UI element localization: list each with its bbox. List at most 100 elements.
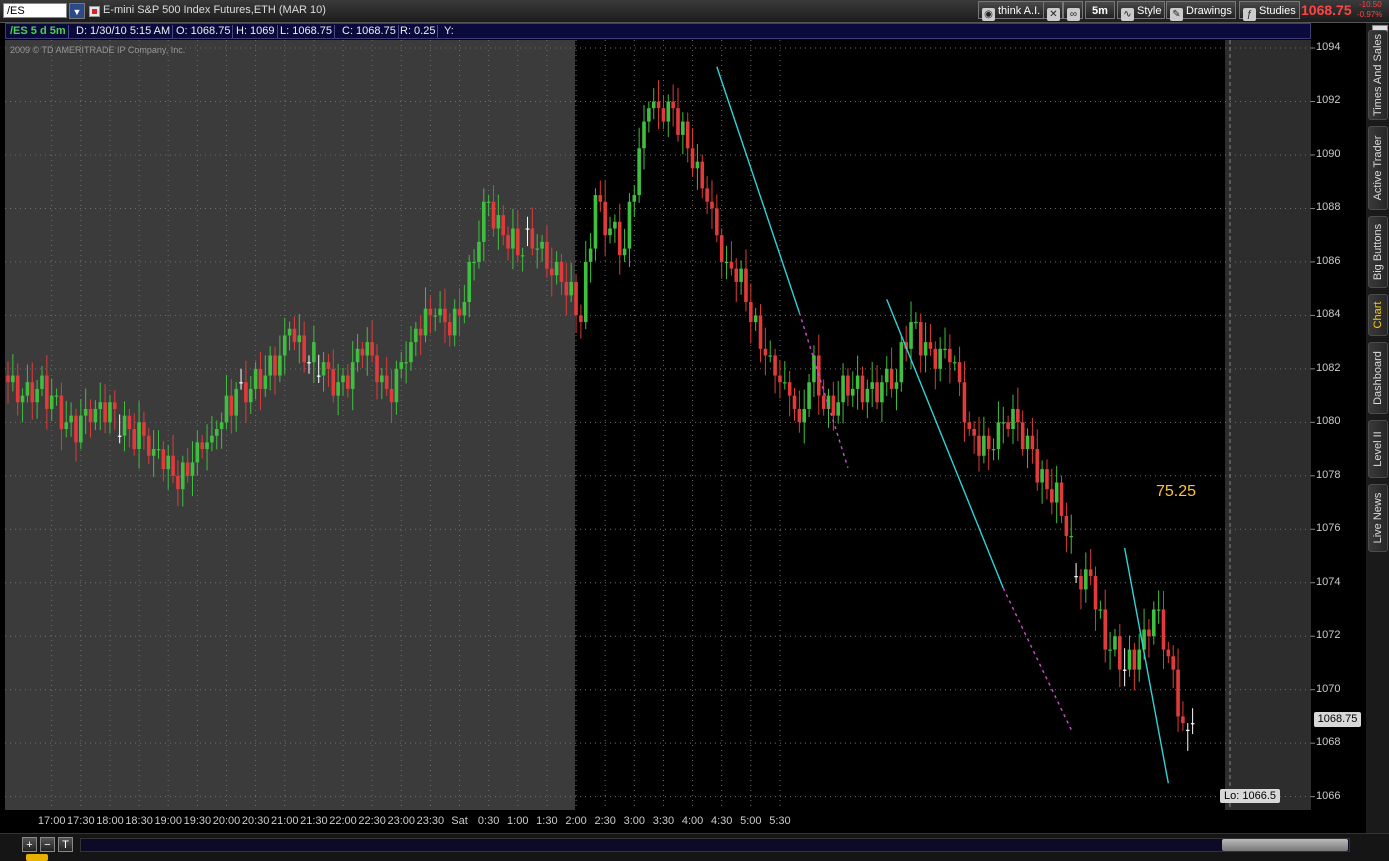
candle-body (651, 101, 656, 109)
candle-body (15, 375, 20, 403)
bottom-toolbar: + − T (0, 833, 1389, 861)
candle-body (1040, 469, 1044, 483)
candle-body (899, 342, 904, 383)
candle-body (637, 148, 641, 196)
toolbar: /ES ▼ E-mini S&P 500 Index Futures,ETH (… (0, 0, 1389, 23)
text-tool-button[interactable]: T (58, 837, 73, 852)
candle-body (884, 368, 889, 383)
candle-body (982, 435, 986, 456)
side-tab-dashboard[interactable]: Dashboard (1368, 342, 1388, 414)
candle-body (831, 395, 836, 416)
candle-body (292, 328, 297, 343)
think-ai-button[interactable]: ◉ think A.I. (978, 1, 1045, 21)
candle-body (1156, 609, 1161, 611)
candle-body (79, 415, 83, 443)
last-price: 1068.75 (1301, 2, 1352, 18)
symbol-dropdown-icon[interactable]: ▼ (69, 3, 85, 19)
candle-body (496, 215, 501, 229)
candle-body (1016, 408, 1020, 423)
candle-body (666, 101, 671, 122)
candle-body (1190, 723, 1195, 725)
candle-body (685, 121, 690, 149)
style-button[interactable]: ∿ Style (1117, 1, 1166, 21)
zoom-in-button[interactable]: + (22, 837, 37, 852)
candle-body (710, 201, 714, 209)
candle-body (214, 429, 219, 436)
candle-body (724, 261, 729, 264)
symbol-input[interactable]: /ES (3, 3, 67, 18)
candle-body (282, 335, 287, 356)
candle-body (715, 208, 719, 236)
candle-body (210, 435, 214, 443)
side-tab-active-trader[interactable]: Active Trader (1368, 126, 1388, 210)
x-tick-label: 21:30 (300, 815, 328, 827)
candle-body (1161, 609, 1166, 650)
candle-body (263, 375, 268, 389)
candle-body (244, 382, 248, 403)
candle-body (287, 328, 292, 336)
drawings-button[interactable]: ✎ Drawings (1166, 1, 1236, 21)
candle-body (1171, 656, 1175, 670)
zoom-out-button[interactable]: − (40, 837, 55, 852)
candle-body (273, 355, 277, 376)
candle-body (35, 388, 39, 403)
candle-body (996, 422, 1001, 450)
bar-info-strip: /ES 5 d 5m D: 1/30/10 5:15 AM O: 1068.75… (5, 23, 1311, 39)
candle-body (545, 241, 549, 269)
side-tab-times-and-sales[interactable]: Times And Sales (1368, 30, 1388, 120)
side-tab-chart[interactable]: Chart (1368, 294, 1388, 336)
minus-icon: − (44, 839, 51, 851)
candle-body (6, 375, 10, 383)
candle-body (11, 375, 15, 383)
candle-body (583, 261, 588, 323)
timeframe-button[interactable]: 5m (1085, 1, 1115, 19)
candle-body (986, 435, 991, 450)
candle-body (1011, 408, 1015, 430)
candle-body (855, 375, 860, 389)
chart-annotation[interactable]: 75.25 (1156, 483, 1196, 501)
side-tab-big-buttons[interactable]: Big Buttons (1368, 216, 1388, 288)
drawing-tool-button[interactable]: ✕ (1043, 1, 1063, 21)
candle-body (380, 375, 384, 383)
side-tab-label: Chart (1372, 301, 1384, 329)
candle-body (394, 368, 399, 403)
candle-body (967, 422, 972, 430)
candle-body (355, 348, 360, 363)
candle-body (1059, 482, 1064, 516)
studies-button[interactable]: ƒ Studies (1239, 1, 1300, 21)
chart-symbol-label[interactable]: /ES 5 d 5m (8, 25, 69, 38)
bar-low: L: 1068.75 (278, 25, 335, 38)
candle-body (1054, 482, 1059, 503)
side-tab-live-news[interactable]: Live News (1368, 484, 1388, 552)
pan-tool-button[interactable]: ∞ (1063, 1, 1083, 21)
candle-body (180, 462, 185, 490)
candle-body (850, 388, 855, 396)
candle-body (321, 362, 326, 376)
y-tick-label: 1088 (1316, 201, 1341, 214)
last-price-tag: 1068.75 (1314, 712, 1361, 727)
candle-body (389, 388, 394, 403)
candle-body (1025, 435, 1030, 450)
candle-body (734, 268, 739, 282)
candle-body (1117, 636, 1122, 670)
text-icon: T (62, 839, 69, 851)
scrollbar-thumb[interactable] (1222, 839, 1348, 851)
candle-body (1181, 716, 1185, 724)
candle-body (253, 368, 258, 389)
candle-body (535, 248, 539, 250)
candle-body (554, 261, 559, 276)
candle-body (928, 342, 933, 349)
side-tab-level-ii[interactable]: Level II (1368, 420, 1388, 478)
candle-body (540, 241, 544, 249)
candle-body (83, 408, 88, 416)
chart-line-icon: ∿ (1121, 8, 1134, 21)
y-tick-label: 1066 (1316, 789, 1341, 802)
candle-body (700, 161, 705, 189)
candle-body (511, 228, 515, 249)
horizontal-scrollbar[interactable] (80, 838, 1350, 852)
price-chart[interactable] (0, 0, 1366, 833)
candle-body (1103, 609, 1108, 650)
candle-body (122, 415, 127, 436)
x-tick-label: 5:30 (769, 815, 791, 827)
candle-body (297, 335, 302, 343)
